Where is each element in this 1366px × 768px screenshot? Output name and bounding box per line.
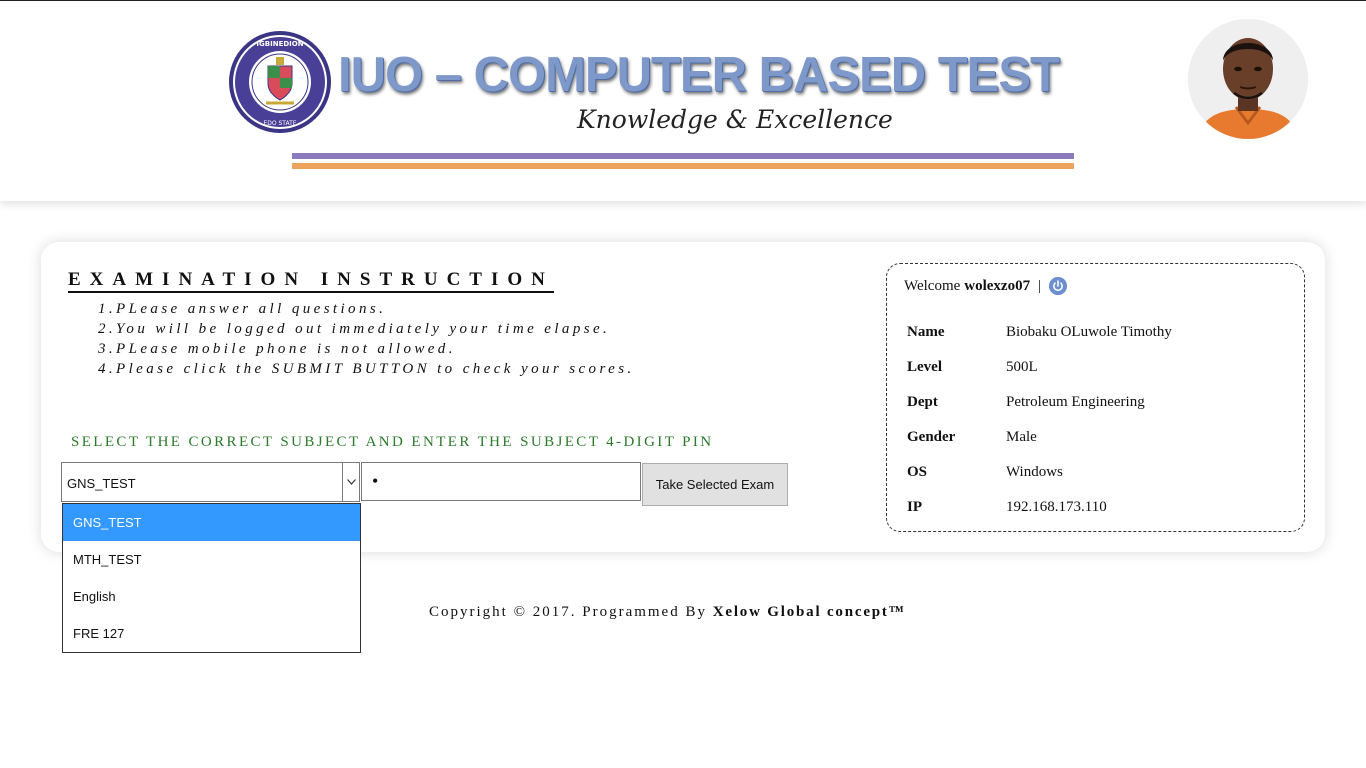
subject-option[interactable]: GNS_TEST (63, 504, 360, 541)
welcome-prefix: Welcome (904, 277, 961, 294)
copyright-brand: Xelow Global concept™ (712, 604, 906, 620)
svg-text:EDO STATE: EDO STATE (263, 120, 296, 127)
subject-option[interactable]: FRE 127 (63, 615, 360, 652)
site-header: IGBINEDION EDO STATE IUO – COMPUTER BASE… (0, 1, 1366, 201)
info-label: OS (907, 464, 928, 480)
subject-dropdown-list: GNS_TEST MTH_TEST English FRE 127 (62, 503, 361, 653)
header-divider-purple (292, 153, 1074, 159)
info-value: Windows (1006, 464, 1063, 480)
info-row-gender: Gender Male (907, 420, 1172, 455)
info-row-ip: IP 192.168.173.110 (907, 490, 1172, 525)
subject-select-label: SELECT THE CORRECT SUBJECT AND ENTER THE… (71, 434, 714, 450)
info-value: Male (1006, 429, 1037, 445)
info-label: Name (907, 324, 945, 340)
welcome-line: Welcome wolexzo07 | (904, 277, 1068, 295)
instruction-item: 1.PLease answer all questions. (98, 301, 387, 317)
copyright-text: Copyright © 2017. Programmed By (429, 604, 707, 620)
info-label: Dept (907, 394, 938, 410)
info-label: Gender (907, 429, 956, 445)
pin-input[interactable]: • (361, 462, 641, 501)
welcome-separator: | (1038, 277, 1042, 294)
chevron-down-icon[interactable] (342, 463, 359, 501)
instructions-title: EXAMINATION INSTRUCTION (68, 269, 554, 293)
subject-select-value: GNS_TEST (67, 476, 136, 491)
site-motto: Knowledge & Excellence (577, 105, 893, 134)
take-selected-exam-button[interactable]: Take Selected Exam (642, 463, 788, 506)
info-row-level: Level 500L (907, 350, 1172, 385)
university-seal-logo: IGBINEDION EDO STATE (229, 31, 331, 133)
subject-select[interactable]: GNS_TEST (61, 462, 360, 502)
info-value: Petroleum Engineering (1006, 394, 1145, 410)
student-info-table: Name Biobaku OLuwole Timothy Level 500L … (907, 315, 1172, 525)
info-value: 192.168.173.110 (1006, 499, 1107, 515)
info-value: 500L (1006, 359, 1038, 375)
info-row-os: OS Windows (907, 455, 1172, 490)
instructions-list: 1.PLease answer all questions. 2.You wil… (98, 299, 635, 379)
site-title: IUO – COMPUTER BASED TEST (338, 48, 1060, 102)
student-photo (1188, 19, 1308, 139)
instruction-item: 4.Please click the SUBMIT BUTTON to chec… (98, 361, 635, 377)
header-divider-orange (292, 163, 1074, 169)
subject-option[interactable]: MTH_TEST (63, 541, 360, 578)
info-label: Level (907, 359, 942, 375)
subject-option[interactable]: English (63, 578, 360, 615)
copyright-footer: Copyright © 2017. Programmed By Xelow Gl… (429, 604, 906, 621)
username: wolexzo07 (964, 277, 1031, 294)
svg-text:IGBINEDION: IGBINEDION (256, 40, 303, 48)
instruction-item: 3.PLease mobile phone is not allowed. (98, 341, 456, 357)
info-row-name: Name Biobaku OLuwole Timothy (907, 315, 1172, 350)
power-icon[interactable] (1049, 277, 1068, 295)
instruction-item: 2.You will be logged out immediately you… (98, 321, 611, 337)
info-label: IP (907, 499, 922, 515)
info-value: Biobaku OLuwole Timothy (1006, 324, 1172, 340)
info-row-dept: Dept Petroleum Engineering (907, 385, 1172, 420)
